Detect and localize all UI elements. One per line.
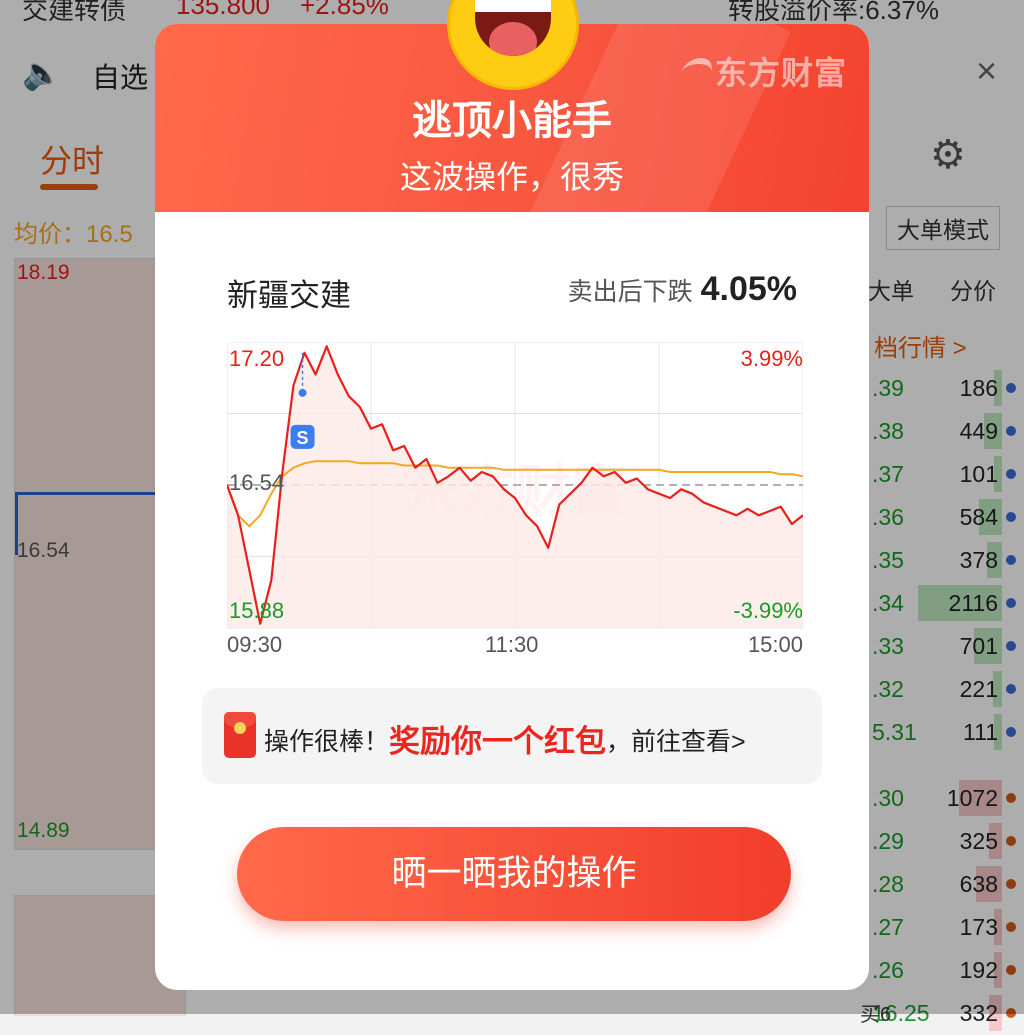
brand-bird-icon <box>675 58 717 86</box>
x-tick-close: 15:00 <box>747 632 803 657</box>
popup-title: 逃顶小能手 <box>412 99 612 143</box>
change-label: 卖出后下跌 <box>567 278 693 306</box>
laughing-face-icon <box>447 0 579 90</box>
reward-highlight: 奖励你一个红包 <box>389 724 607 759</box>
reward-banner[interactable]: 操作很棒！奖励你一个红包，前往查看> <box>202 688 822 784</box>
face-teeth <box>475 0 551 12</box>
reward-text: 操作很棒！奖励你一个红包，前往查看> <box>264 716 746 761</box>
stock-name: 新疆交建 <box>227 278 351 313</box>
y-right-low-label: -3.99% <box>733 598 803 623</box>
y-high-label: 17.20 <box>229 346 285 371</box>
change-value: 4.05% <box>700 270 797 308</box>
sell-marker-letter: S <box>297 428 309 448</box>
achievement-popup: 东方财富 逃顶小能手 这波操作，很秀 新疆交建 卖出后下跌 4.05% 东方财富 S… <box>155 0 869 990</box>
face-tongue <box>489 22 537 56</box>
brand-text: 东方财富 <box>714 55 847 91</box>
reward-prefix: 操作很棒！ <box>264 728 390 756</box>
y-mid-label: 16.54 <box>229 470 285 495</box>
red-envelope-icon <box>224 712 256 758</box>
popup-subtitle: 这波操作，很秀 <box>399 159 624 195</box>
stock-change: 卖出后下跌 4.05% <box>568 270 797 309</box>
x-tick-open: 09:30 <box>227 632 283 657</box>
reward-suffix: ，前往查看> <box>606 728 746 756</box>
intraday-chart: 东方财富 S 17.20 16.54 15.88 3.99% -3.99% 09:… <box>225 341 804 657</box>
share-button[interactable]: 晒一晒我的操作 <box>237 827 791 921</box>
x-tick-noon: 11:30 <box>485 632 539 657</box>
envelope-seal <box>234 722 246 734</box>
sell-marker-dot <box>298 388 307 397</box>
y-right-high-label: 3.99% <box>740 346 803 371</box>
chart-svg: 东方财富S <box>225 341 804 629</box>
y-low-label: 15.88 <box>229 598 285 623</box>
